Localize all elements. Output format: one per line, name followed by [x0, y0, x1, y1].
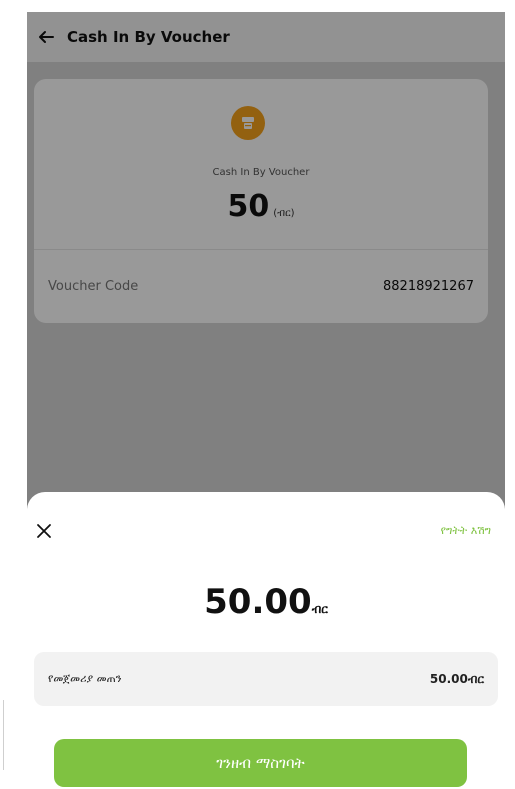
sheet-amount-value: 50.00 — [204, 582, 312, 622]
sheet-currency-suffix: ብር — [311, 602, 328, 616]
initial-amount-row: የመጀመሪያ መጠን 50.00ብር — [34, 652, 498, 706]
cash-in-button[interactable]: ገንዘብ ማስገባት — [54, 739, 467, 787]
bottom-sheet: የግትት እሽግ 50.00ብር የመጀመሪያ መጠን 50.00ብር ገንዘብ… — [27, 492, 505, 789]
sheet-amount: 50.00ብር — [27, 582, 505, 622]
edge-line — [3, 700, 4, 770]
help-link[interactable]: የግትት እሽግ — [441, 524, 491, 538]
initial-amount-label: የመጀመሪያ መጠን — [48, 672, 122, 685]
phone-screen: Cash In By Voucher Cash In By Voucher 50… — [27, 12, 505, 789]
initial-amount-value: 50.00ብር — [429, 671, 484, 686]
close-icon[interactable] — [35, 522, 53, 540]
